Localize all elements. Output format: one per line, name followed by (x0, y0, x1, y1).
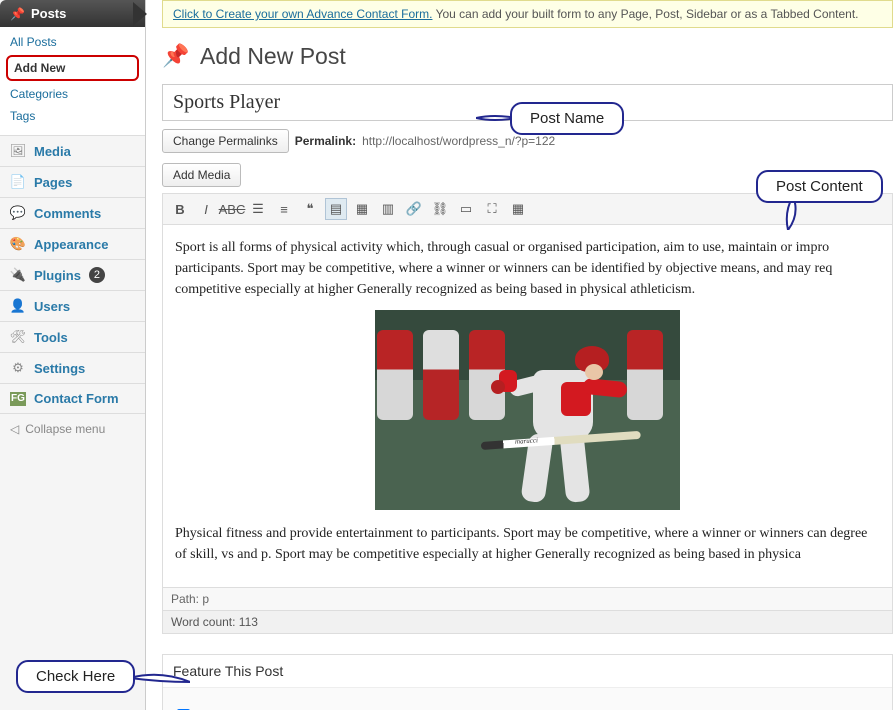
page-title-wrap: 📌 Add New Post (162, 42, 893, 70)
content-image-wrap: marucci (175, 310, 880, 517)
menu-comments-label: Comments (34, 206, 101, 221)
posts-submenu: All Posts Add New Categories Tags (0, 27, 145, 135)
menu-settings-label: Settings (34, 361, 85, 376)
settings-icon: ⚙ (10, 360, 26, 376)
appearance-icon: 🎨 (10, 236, 26, 252)
notice-bar: Click to Create your own Advance Contact… (162, 0, 893, 28)
page-title: Add New Post (200, 43, 346, 70)
kitchen-sink-button[interactable]: ▦ (507, 198, 529, 220)
pin-icon: 📌 (10, 7, 25, 21)
menu-tools[interactable]: 🛠 Tools (0, 321, 145, 352)
editor-path: Path: p (162, 588, 893, 611)
main-content: Click to Create your own Advance Contact… (146, 0, 893, 710)
menu-comments[interactable]: 💬 Comments (0, 197, 145, 228)
menu-tools-label: Tools (34, 330, 68, 345)
submenu-add-new[interactable]: Add New (6, 55, 139, 81)
align-center-button[interactable]: ▦ (351, 198, 373, 220)
menu-media[interactable]: 🖼 Media (0, 135, 145, 166)
feature-heading: Feature This Post (163, 655, 892, 688)
word-count: Word count: 113 (162, 611, 893, 634)
unlink-button[interactable]: ⛓ (429, 198, 451, 220)
more-button[interactable]: ▭ (455, 198, 477, 220)
menu-contact-form[interactable]: FG Contact Form (0, 383, 145, 413)
submenu-tags[interactable]: Tags (0, 105, 145, 127)
notice-link[interactable]: Click to Create your own Advance Contact… (173, 7, 432, 21)
menu-plugins[interactable]: 🔌 Plugins 2 (0, 259, 145, 290)
change-permalinks-button[interactable]: Change Permalinks (162, 129, 289, 153)
content-paragraph-1: Sport is all forms of physical activity … (175, 237, 880, 300)
align-left-button[interactable]: ▤ (325, 198, 347, 220)
menu-users-label: Users (34, 299, 70, 314)
collapse-menu[interactable]: ◁ Collapse menu (0, 413, 145, 444)
pushpin-icon: 📌 (162, 42, 190, 70)
menu-media-label: Media (34, 144, 71, 159)
align-right-button[interactable]: ▥ (377, 198, 399, 220)
collapse-icon: ◁ (10, 422, 19, 436)
feature-this-post-box: Feature This Post Feature on Home Page (162, 654, 893, 710)
content-paragraph-2: Physical fitness and provide entertainme… (175, 523, 880, 565)
fullscreen-button[interactable]: ⛶ (481, 198, 503, 220)
menu-pages[interactable]: 📄 Pages (0, 166, 145, 197)
menu-appearance-label: Appearance (34, 237, 108, 252)
editor-content[interactable]: Sport is all forms of physical activity … (162, 225, 893, 588)
users-icon: 👤 (10, 298, 26, 314)
plugins-badge: 2 (89, 267, 105, 283)
menu-appearance[interactable]: 🎨 Appearance (0, 228, 145, 259)
menu-posts-label: Posts (31, 6, 66, 21)
italic-button[interactable]: I (195, 198, 217, 220)
strike-button[interactable]: ABC (221, 198, 243, 220)
callout-post-name: Post Name (510, 102, 624, 135)
menu-pages-label: Pages (34, 175, 72, 190)
admin-sidebar: 📌 Posts All Posts Add New Categories Tag… (0, 0, 146, 710)
content-image[interactable]: marucci (375, 310, 680, 510)
callout-check-here: Check Here (16, 660, 135, 693)
permalink-label: Permalink: (295, 134, 356, 148)
submenu-categories[interactable]: Categories (0, 83, 145, 105)
menu-settings[interactable]: ⚙ Settings (0, 352, 145, 383)
permalink-url: http://localhost/wordpress_n/?p=122 (362, 134, 555, 148)
collapse-label: Collapse menu (25, 422, 105, 436)
contact-form-icon: FG (10, 392, 26, 406)
pages-icon: 📄 (10, 174, 26, 190)
quote-button[interactable]: ❝ (299, 198, 321, 220)
media-icon: 🖼 (10, 143, 26, 159)
callout-check-here-tail (130, 668, 190, 688)
ol-button[interactable]: ≡ (273, 198, 295, 220)
add-media-button[interactable]: Add Media (162, 163, 241, 187)
menu-contact-form-label: Contact Form (34, 391, 119, 406)
submenu-all-posts[interactable]: All Posts (0, 31, 145, 53)
ul-button[interactable]: ☰ (247, 198, 269, 220)
bat-label: marucci (515, 435, 539, 447)
bold-button[interactable]: B (169, 198, 191, 220)
menu-posts-header[interactable]: 📌 Posts (0, 0, 145, 27)
menu-plugins-label: Plugins (34, 268, 81, 283)
plugins-icon: 🔌 (10, 267, 26, 283)
link-button[interactable]: 🔗 (403, 198, 425, 220)
notice-text: You can add your built form to any Page,… (432, 7, 858, 21)
callout-post-content: Post Content (756, 170, 883, 203)
comments-icon: 💬 (10, 205, 26, 221)
menu-users[interactable]: 👤 Users (0, 290, 145, 321)
tools-icon: 🛠 (10, 329, 26, 345)
